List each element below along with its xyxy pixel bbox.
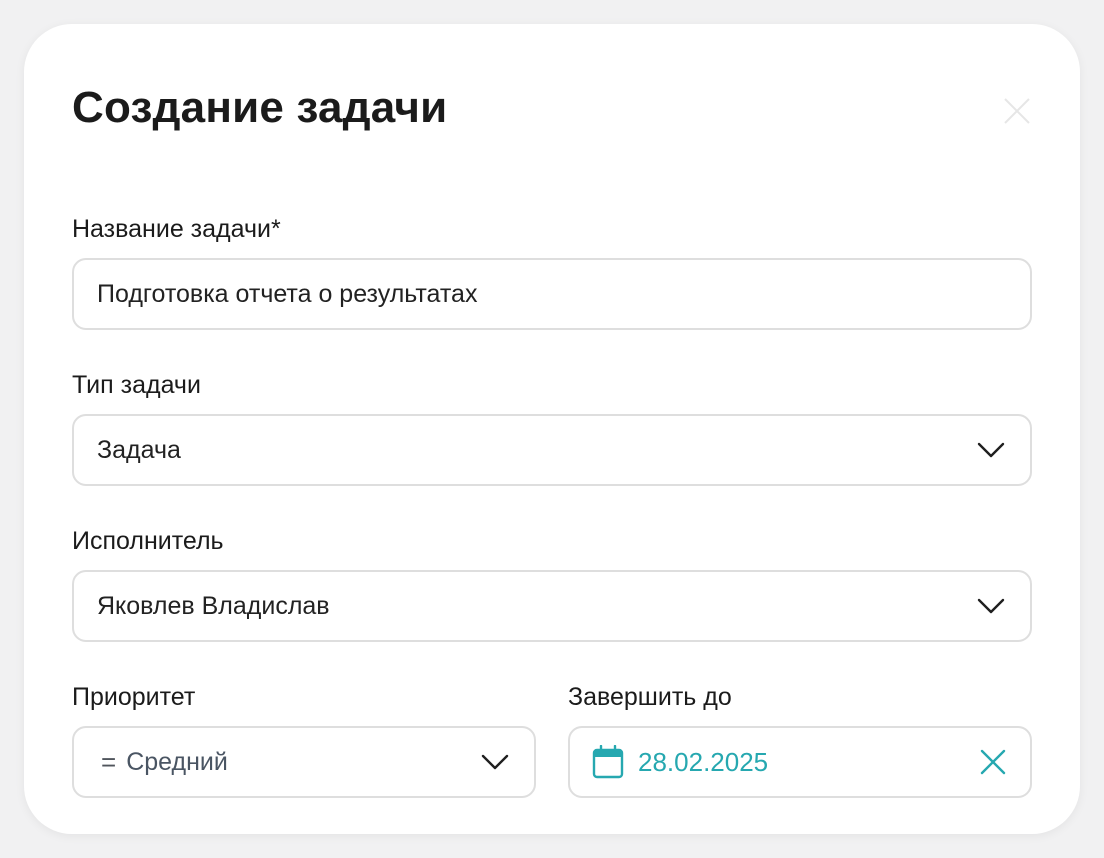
task-name-input[interactable]: Подготовка отчета о результатах: [72, 258, 1032, 330]
due-date-label: Завершить до: [568, 683, 732, 711]
assignee-label: Исполнитель: [72, 527, 224, 555]
close-icon: [1004, 98, 1030, 124]
assignee-select[interactable]: Яковлев Владислав: [72, 570, 1032, 642]
priority-select[interactable]: = Средний: [72, 726, 536, 798]
task-type-value: Задача: [97, 435, 181, 464]
task-name-label: Название задачи*: [72, 215, 281, 243]
dialog-title: Создание задачи: [72, 83, 448, 132]
due-date-value: 28.02.2025: [638, 746, 769, 777]
chevron-down-icon: [977, 442, 1005, 458]
priority-label: Приоритет: [72, 683, 196, 711]
clear-icon[interactable]: [980, 749, 1006, 775]
assignee-value: Яковлев Владислав: [97, 591, 330, 620]
chevron-down-icon: [481, 754, 509, 770]
task-type-label: Тип задачи: [72, 371, 201, 399]
task-type-select[interactable]: Задача: [72, 414, 1032, 486]
due-date-input[interactable]: 28.02.2025: [568, 726, 1032, 798]
create-task-dialog: Создание задачи Название задачи* Подгото…: [24, 24, 1080, 834]
calendar-icon: [592, 745, 624, 779]
close-button[interactable]: [1002, 96, 1032, 126]
task-name-value: Подготовка отчета о результатах: [97, 279, 478, 308]
priority-value: Средний: [126, 747, 228, 776]
chevron-down-icon: [977, 598, 1005, 614]
priority-medium-icon: =: [101, 746, 117, 777]
